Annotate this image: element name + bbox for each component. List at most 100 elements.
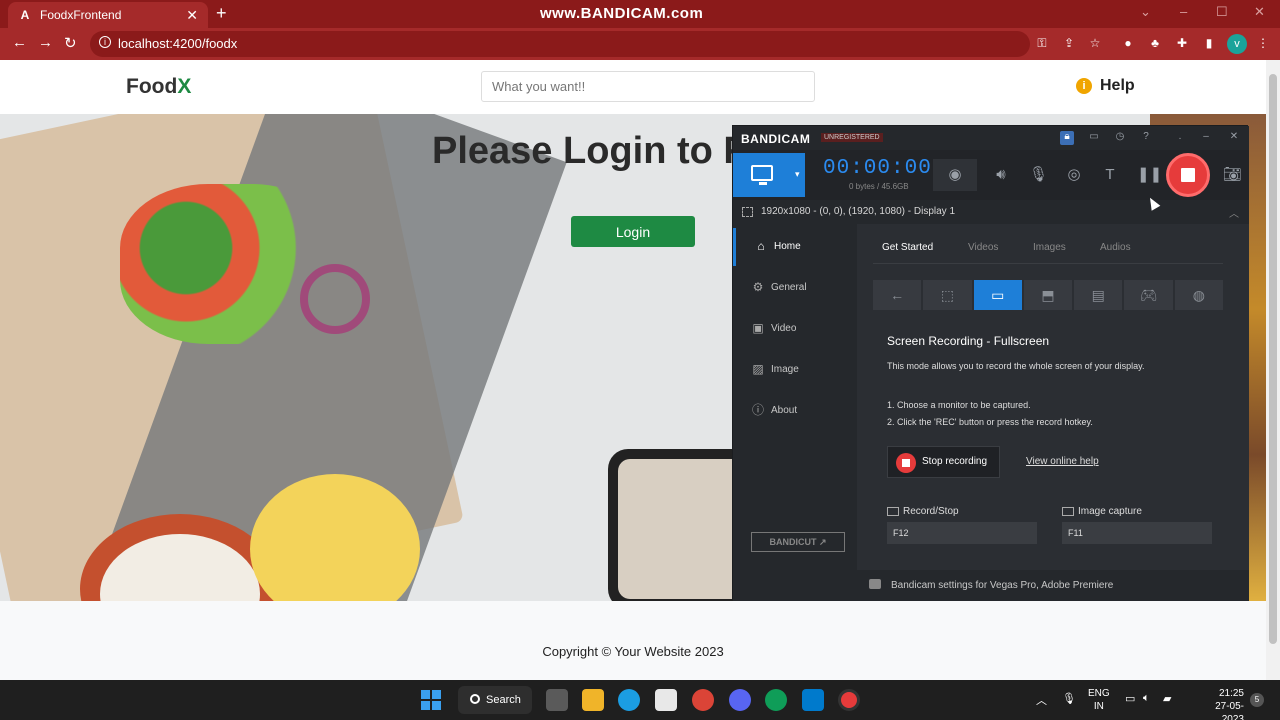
time: 21:25 bbox=[1218, 688, 1244, 699]
tab-videos[interactable]: Videos bbox=[968, 242, 998, 253]
help-icon[interactable]: ? bbox=[1139, 131, 1153, 145]
language-indicator[interactable]: ENG IN bbox=[1088, 687, 1110, 713]
back-icon[interactable]: ← bbox=[12, 34, 27, 51]
audio-only-mode-icon[interactable]: ◍ bbox=[1174, 280, 1223, 310]
image-hotkey-field[interactable]: F11 bbox=[1062, 522, 1212, 544]
url-text: localhost:4200/foodx bbox=[118, 36, 238, 51]
screen-mode-button[interactable]: ▾ bbox=[733, 153, 805, 197]
vscode-icon[interactable] bbox=[802, 689, 824, 711]
login-button[interactable]: Login bbox=[571, 216, 695, 247]
game-mode-icon[interactable]: 🎮︎ bbox=[1124, 280, 1173, 310]
display-icon[interactable]: ▭ bbox=[1125, 692, 1135, 705]
fullscreen-mode-icon[interactable]: ▭ bbox=[973, 280, 1022, 310]
rectangle-mode-icon[interactable]: ⬚ bbox=[923, 280, 972, 310]
stop-recording-button[interactable]: Stop recording bbox=[887, 446, 1000, 478]
display-info-bar[interactable]: 1920x1080 - (0, 0), (1920, 1080) - Displ… bbox=[733, 200, 1249, 224]
windows-start-icon[interactable] bbox=[421, 690, 441, 710]
site-logo[interactable]: FoodX bbox=[126, 75, 191, 99]
bandicam-status-bar[interactable]: Bandicam settings for Vegas Pro, Adobe P… bbox=[733, 570, 1249, 601]
chevron-down-icon[interactable]: ⌄ bbox=[1140, 4, 1151, 20]
microphone-off-icon[interactable]: 🎙︎ bbox=[1029, 166, 1048, 184]
tab-get-started[interactable]: Get Started bbox=[882, 242, 933, 253]
extension-record-icon[interactable]: ● bbox=[1121, 36, 1135, 50]
back-arrow-icon[interactable]: ← bbox=[873, 280, 922, 310]
chevron-up-icon[interactable]: ︿ bbox=[1229, 205, 1239, 220]
sidebar-item-image[interactable]: ▨ Image bbox=[733, 351, 857, 389]
bandicam-window: BANDICAM UNREGISTERED 🔒︎ ▭ ◷ ? . – ✕ ▾ 0… bbox=[732, 125, 1249, 601]
forward-icon[interactable]: → bbox=[38, 34, 53, 51]
notification-badge[interactable]: 5 bbox=[1250, 693, 1264, 707]
reload-icon[interactable]: ↻ bbox=[64, 34, 77, 52]
tab-audios[interactable]: Audios bbox=[1100, 242, 1131, 253]
sidebar-item-home[interactable]: ⌂ Home bbox=[733, 228, 857, 266]
around-mouse-mode-icon[interactable]: ⬒ bbox=[1023, 280, 1073, 310]
folder-icon[interactable]: ▭ bbox=[1087, 131, 1101, 145]
camera-icon[interactable]: 📷︎ bbox=[1223, 166, 1242, 184]
cursor-effect-icon[interactable]: ◎ bbox=[1065, 166, 1083, 184]
collapse-icon[interactable]: . bbox=[1173, 131, 1187, 145]
bandicam-taskbar-icon[interactable] bbox=[838, 689, 860, 711]
minimize-icon[interactable]: – bbox=[1180, 4, 1187, 19]
sidebar-item-video[interactable]: ▣ Video bbox=[733, 310, 857, 348]
share-icon[interactable]: ⇪ bbox=[1062, 36, 1076, 50]
angular-favicon-icon: A bbox=[20, 8, 30, 22]
search-input[interactable] bbox=[481, 71, 815, 102]
page-scrollbar[interactable] bbox=[1266, 60, 1280, 680]
close-icon[interactable]: ✕ bbox=[1227, 131, 1241, 145]
task-view-icon[interactable] bbox=[546, 689, 568, 711]
online-help-link[interactable]: View online help bbox=[1026, 456, 1099, 467]
volume-icon[interactable]: 🔈︎ bbox=[1143, 692, 1150, 705]
new-tab-button[interactable]: + bbox=[216, 3, 227, 24]
search-icon bbox=[470, 694, 480, 704]
chevron-up-icon[interactable]: ︿ bbox=[1036, 692, 1047, 708]
bandicam-sidebar: ⌂ Home ⚙ General ▣ Video ▨ Image ⓘ About… bbox=[733, 224, 857, 570]
device-mode-icon[interactable]: ▤ bbox=[1074, 280, 1123, 310]
sidebar-item-label: Home bbox=[774, 241, 801, 252]
file-explorer-icon[interactable] bbox=[582, 689, 604, 711]
bandicam-titlebar[interactable]: BANDICAM UNREGISTERED 🔒︎ ▭ ◷ ? . – ✕ bbox=[733, 126, 1249, 150]
close-tab-icon[interactable]: ✕ bbox=[186, 7, 198, 24]
scroll-thumb[interactable] bbox=[1269, 74, 1277, 644]
monitor-icon bbox=[751, 165, 773, 185]
bookmark-star-icon[interactable]: ☆ bbox=[1088, 36, 1102, 50]
maximize-icon[interactable]: ☐ bbox=[1216, 4, 1228, 20]
close-window-icon[interactable]: ✕ bbox=[1254, 4, 1265, 20]
speaker-icon[interactable]: 🔊︎ bbox=[992, 166, 1010, 184]
sidebar-item-general[interactable]: ⚙ General bbox=[733, 269, 857, 307]
clock-icon[interactable]: ◷ bbox=[1113, 131, 1127, 145]
browser-tab[interactable]: A FoodxFrontend ✕ bbox=[8, 2, 208, 28]
profile-avatar[interactable]: v bbox=[1227, 34, 1247, 54]
stop-record-button[interactable] bbox=[1166, 153, 1210, 197]
tab-images[interactable]: Images bbox=[1033, 242, 1066, 253]
clock[interactable]: 21:25 27-05-2023 bbox=[1206, 687, 1244, 720]
bandicam-toolbar: ▾ 00:00:00 0 bytes / 45.6GB ◉ 🔊︎ 🎙︎ ◎ T … bbox=[733, 150, 1249, 200]
stop-recording-label: Stop recording bbox=[922, 456, 988, 467]
microphone-icon[interactable]: 🎙︎ bbox=[1062, 692, 1076, 705]
extensions-puzzle-icon[interactable]: ✚ bbox=[1175, 36, 1189, 50]
sidebar-item-about[interactable]: ⓘ About bbox=[733, 392, 857, 430]
chrome-icon[interactable] bbox=[692, 689, 714, 711]
pause-icon[interactable]: ❚❚ bbox=[1137, 166, 1162, 184]
info-icon[interactable]: i bbox=[99, 36, 111, 48]
battery-icon[interactable]: ▰ bbox=[1163, 692, 1171, 705]
discord-icon[interactable] bbox=[729, 689, 751, 711]
extension-tree-icon[interactable]: ♣ bbox=[1148, 36, 1162, 50]
side-panel-icon[interactable]: ▮ bbox=[1202, 36, 1216, 50]
chrome-canary-icon[interactable] bbox=[765, 689, 787, 711]
lock-icon[interactable]: 🔒︎ bbox=[1060, 131, 1074, 145]
phone-screen-image bbox=[618, 459, 748, 599]
edge-icon[interactable] bbox=[618, 689, 640, 711]
webcam-toggle[interactable]: ◉ bbox=[933, 159, 977, 191]
bandicut-button[interactable]: BANDICUT ↗ bbox=[751, 532, 845, 552]
minimize-icon[interactable]: – bbox=[1199, 131, 1213, 145]
more-menu-icon[interactable]: ⋮ bbox=[1256, 36, 1270, 50]
key-icon[interactable]: ⚿ bbox=[1035, 36, 1049, 50]
chevron-down-icon[interactable]: ▾ bbox=[795, 169, 800, 180]
address-bar[interactable]: i localhost:4200/foodx bbox=[90, 31, 1030, 57]
text-overlay-icon[interactable]: T bbox=[1101, 166, 1119, 184]
record-hotkey-field[interactable]: F12 bbox=[887, 522, 1037, 544]
step-one: 1. Choose a monitor to be captured. bbox=[887, 400, 1031, 410]
store-icon[interactable] bbox=[655, 689, 677, 711]
taskbar-search[interactable]: Search bbox=[458, 686, 532, 714]
help-link[interactable]: i Help bbox=[1076, 77, 1135, 95]
